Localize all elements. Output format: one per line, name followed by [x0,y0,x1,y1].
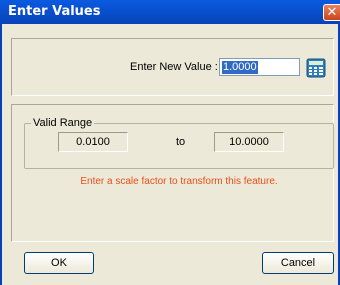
calculator-icon [306,58,326,78]
valid-range-label: Valid Range [31,117,95,129]
enter-values-dialog: Enter Values ✕ Enter New Value : 1.0000 … [0,0,340,285]
new-value-input[interactable]: 1.0000 [219,58,300,76]
ok-button[interactable]: OK [24,252,94,274]
range-max-field: 10.0000 [214,132,284,152]
hint-text: Enter a scale factor to transform this f… [80,176,278,187]
close-button[interactable]: ✕ [323,4,340,21]
calculator-button[interactable] [306,58,326,78]
range-min-field: 0.0100 [58,132,128,152]
cancel-button[interactable]: Cancel [262,252,334,274]
window-frame-left [0,24,2,285]
dialog-title: Enter Values [8,4,101,19]
title-bar[interactable]: Enter Values [0,0,340,24]
range-separator: to [176,136,186,148]
new-value-text: 1.0000 [222,61,258,74]
close-icon: ✕ [326,5,338,20]
new-value-label: Enter New Value : [130,61,218,73]
